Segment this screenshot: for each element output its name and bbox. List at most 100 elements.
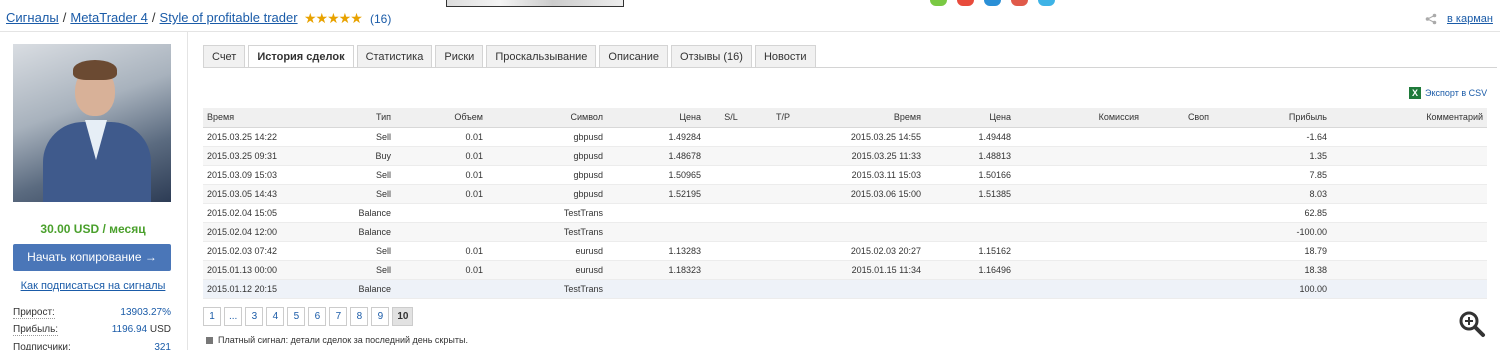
breadcrumb-signals[interactable]: Сигналы — [6, 10, 59, 25]
table-cell: 1.49284 — [607, 127, 705, 147]
banner-thumbnail[interactable] — [446, 0, 624, 7]
column-header[interactable]: Символ — [487, 108, 607, 128]
social-icon[interactable] — [930, 0, 947, 6]
table-cell: Sell — [313, 127, 395, 147]
breadcrumb-separator: / — [62, 10, 67, 25]
table-cell — [1015, 146, 1143, 166]
table-cell — [1143, 184, 1213, 204]
column-header[interactable]: Цена — [925, 108, 1015, 128]
table-cell: 2015.03.09 15:03 — [203, 165, 313, 185]
table-cell: Sell — [313, 165, 395, 185]
social-icon[interactable] — [1011, 0, 1028, 6]
table-cell — [1015, 165, 1143, 185]
export-csv-link[interactable]: X Экспорт в CSV — [1409, 87, 1487, 99]
table-cell — [1331, 222, 1487, 242]
page-button[interactable]: 1 — [203, 307, 221, 326]
tab-news[interactable]: Новости — [754, 45, 816, 68]
table-cell — [757, 241, 809, 261]
table-cell — [395, 222, 487, 242]
breadcrumb-signal-name[interactable]: Style of profitable trader — [160, 10, 298, 25]
table-cell — [705, 184, 757, 204]
column-header[interactable]: Объем — [395, 108, 487, 128]
tab-account[interactable]: Счет — [203, 45, 246, 68]
table-cell: TestTrans — [487, 279, 607, 299]
table-cell — [1331, 203, 1487, 223]
tab-reviews[interactable]: Отзывы (16) — [671, 45, 752, 68]
stat-profit: Прибыль: 1196.94 USD — [13, 324, 171, 336]
page-button[interactable]: 7 — [329, 307, 348, 326]
page-button[interactable]: 4 — [266, 307, 285, 326]
table-header-row: Время Тип Объем Символ Цена S/L T/P Врем… — [203, 108, 1487, 128]
social-icon[interactable] — [957, 0, 974, 6]
column-header[interactable]: Прибыль — [1213, 108, 1331, 128]
table-cell: 0.01 — [395, 184, 487, 204]
table-cell: gbpusd — [487, 146, 607, 166]
table-cell: 1.13283 — [607, 241, 705, 261]
table-cell: -1.64 — [1213, 127, 1331, 147]
page-button[interactable]: 9 — [371, 307, 390, 326]
tab-trade-history[interactable]: История сделок — [248, 45, 354, 68]
table-cell — [705, 260, 757, 280]
page-button[interactable]: 6 — [308, 307, 327, 326]
page-button[interactable]: 3 — [245, 307, 264, 326]
page-button[interactable]: 5 — [287, 307, 306, 326]
table-cell: 2015.03.06 15:00 — [809, 184, 925, 204]
table-cell: 0.01 — [395, 146, 487, 166]
rating-count[interactable]: (16) — [370, 12, 391, 26]
page-button[interactable]: 8 — [350, 307, 369, 326]
table-cell — [705, 241, 757, 261]
stat-label: Прирост: — [13, 307, 55, 319]
table-cell: Buy — [313, 146, 395, 166]
zoom-in-icon[interactable] — [1458, 310, 1486, 338]
tab-statistics[interactable]: Статистика — [356, 45, 433, 68]
column-header[interactable]: Время — [809, 108, 925, 128]
page-button[interactable]: 10 — [392, 307, 414, 326]
table-cell: 1.16496 — [925, 260, 1015, 280]
table-cell — [925, 279, 1015, 299]
table-cell: 2015.03.11 15:03 — [809, 165, 925, 185]
column-header[interactable]: S/L — [705, 108, 757, 128]
table-cell: eurusd — [487, 241, 607, 261]
table-cell: Balance — [313, 203, 395, 223]
start-copying-button[interactable]: Начать копирование → — [13, 244, 171, 271]
column-header[interactable]: Своп — [1143, 108, 1213, 128]
column-header[interactable]: Комментарий — [1331, 108, 1487, 128]
tab-risks[interactable]: Риски — [435, 45, 484, 68]
table-row: 2015.02.04 15:05 Balance TestTrans 62.85 — [203, 203, 1487, 223]
column-header[interactable]: Комиссия — [1015, 108, 1143, 128]
table-cell: 8.03 — [1213, 184, 1331, 204]
table-cell — [705, 146, 757, 166]
share-icon[interactable] — [1425, 13, 1437, 28]
table-cell — [1143, 222, 1213, 242]
social-icon[interactable] — [984, 0, 1001, 6]
table-cell — [757, 203, 809, 223]
social-icon[interactable] — [1038, 0, 1055, 6]
table-cell: 2015.03.05 14:43 — [203, 184, 313, 204]
column-header[interactable]: Цена — [607, 108, 705, 128]
stat-value: 1196.94 — [111, 324, 148, 335]
table-cell — [757, 146, 809, 166]
table-cell — [1331, 165, 1487, 185]
page-button[interactable]: ... — [224, 307, 243, 326]
tab-slippage[interactable]: Проскальзывание — [486, 45, 597, 68]
signal-sidebar: 30.00 USD / месяц Начать копирование → К… — [0, 32, 188, 350]
column-header[interactable]: Время — [203, 108, 313, 128]
table-cell — [757, 279, 809, 299]
tab-description[interactable]: Описание — [599, 45, 669, 68]
column-header[interactable]: Тип — [313, 108, 395, 128]
table-cell: 2015.01.12 20:15 — [203, 279, 313, 299]
breadcrumb-metatrader4[interactable]: MetaTrader 4 — [70, 10, 148, 25]
table-cell: 18.38 — [1213, 260, 1331, 280]
column-header[interactable]: T/P — [757, 108, 809, 128]
table-cell — [607, 203, 705, 223]
table-cell — [757, 184, 809, 204]
table-cell — [1331, 184, 1487, 204]
table-cell — [925, 222, 1015, 242]
breadcrumb: Сигналы / MetaTrader 4/Style of profitable… — [6, 10, 298, 25]
table-cell — [1331, 260, 1487, 280]
table-cell: 1.50965 — [607, 165, 705, 185]
wallet-link[interactable]: в карман — [1447, 13, 1493, 25]
how-to-subscribe-link[interactable]: Как подписаться на сигналы — [0, 280, 186, 292]
table-cell: -100.00 — [1213, 222, 1331, 242]
table-cell: 1.15162 — [925, 241, 1015, 261]
